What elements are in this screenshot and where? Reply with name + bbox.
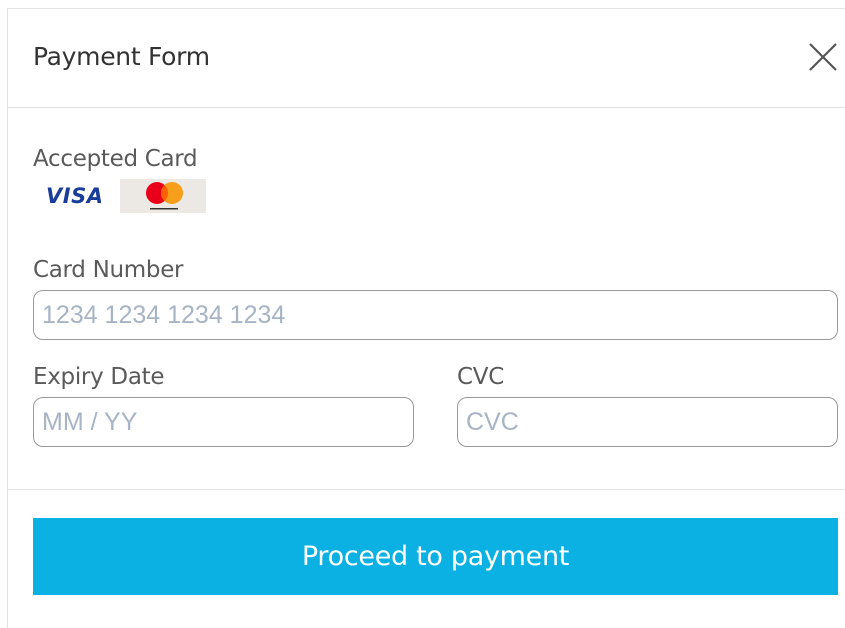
- payment-modal: Payment Form Accepted Card VISA Card Num…: [7, 8, 845, 628]
- accepted-card-label: Accepted Card: [33, 146, 198, 172]
- accepted-card-logos: VISA: [46, 179, 206, 213]
- expiry-date-label: Expiry Date: [33, 364, 165, 390]
- close-icon: [809, 43, 837, 71]
- card-number-input[interactable]: [34, 291, 837, 339]
- cvc-input[interactable]: [458, 398, 837, 446]
- close-button[interactable]: [806, 40, 840, 74]
- modal-title: Payment Form: [33, 42, 210, 71]
- modal-header: Payment Form: [8, 9, 845, 108]
- modal-body: Accepted Card VISA Card Number Expiry Da…: [8, 108, 845, 490]
- proceed-to-payment-button[interactable]: Proceed to payment: [33, 518, 838, 595]
- expiry-date-input[interactable]: [34, 398, 413, 446]
- mastercard-logo-icon: [120, 179, 206, 213]
- card-number-label: Card Number: [33, 257, 184, 283]
- card-number-field: [33, 290, 838, 340]
- visa-logo-icon: VISA: [46, 184, 104, 208]
- cvc-field: [457, 397, 838, 447]
- cvc-label: CVC: [457, 364, 504, 390]
- expiry-date-field: [33, 397, 414, 447]
